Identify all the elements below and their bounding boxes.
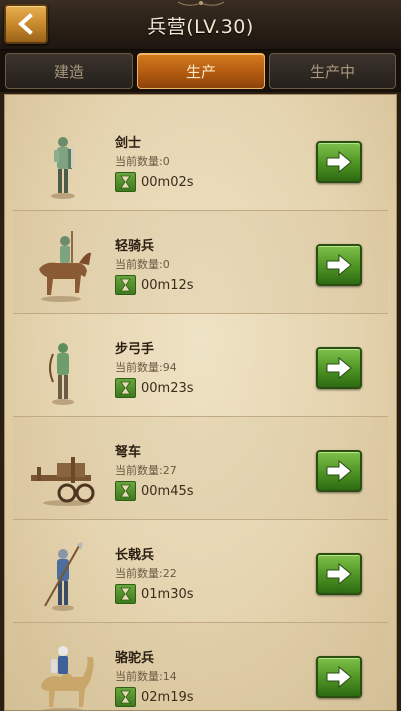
- halberdier-icon: [44, 542, 83, 611]
- produce-button-swordsman[interactable]: [316, 141, 362, 183]
- tab-bar: 建造 生产 生产中: [0, 50, 401, 92]
- ballista-icon: [31, 457, 95, 506]
- unit-count: 当前数量:14: [115, 668, 177, 684]
- produce-button-archer[interactable]: [316, 347, 362, 389]
- unit-name: 弩车: [115, 445, 142, 460]
- back-button[interactable]: [4, 4, 48, 44]
- arrow-right-icon: [326, 665, 352, 689]
- tab-produce[interactable]: 生产: [137, 53, 265, 89]
- produce-button-halberdier[interactable]: [316, 553, 362, 595]
- hourglass-icon: [115, 172, 136, 192]
- unit-count-value: 27: [162, 464, 177, 477]
- archer-icon: [49, 343, 74, 405]
- produce-button-camel-rider[interactable]: [316, 656, 362, 698]
- produce-button-ballista[interactable]: [316, 450, 362, 492]
- arrow-right-icon: [326, 150, 352, 174]
- unit-row-archer: 步弓手 当前数量:94 00m23s: [13, 314, 388, 417]
- unit-time: 00m23s: [141, 380, 194, 396]
- unit-name: 轻骑兵: [115, 239, 155, 254]
- unit-row-swordsman: 剑士 当前数量:0 00m02s: [13, 108, 388, 211]
- unit-count: 当前数量:0: [115, 153, 170, 169]
- header-bar: 兵营(LV.30): [0, 0, 401, 50]
- hourglass-icon: [115, 584, 136, 604]
- hourglass-icon: [115, 687, 136, 707]
- unit-timer: 01m30s: [115, 584, 194, 604]
- unit-count-label: 当前数量:: [115, 670, 163, 683]
- arrow-right-icon: [326, 356, 352, 380]
- unit-timer: 00m45s: [115, 481, 194, 501]
- unit-time: 02m19s: [141, 689, 194, 705]
- unit-list: 剑士 当前数量:0 00m02s 轻骑兵 当前数量:0 00m12s 步弓手 当…: [13, 108, 388, 710]
- unit-count-label: 当前数量:: [115, 464, 163, 477]
- unit-count: 当前数量:94: [115, 359, 177, 375]
- unit-count-value: 0: [162, 258, 170, 271]
- unit-count: 当前数量:0: [115, 256, 170, 272]
- hourglass-icon: [115, 378, 136, 398]
- tab-build[interactable]: 建造: [5, 53, 133, 89]
- hourglass-icon: [115, 481, 136, 501]
- unit-count-label: 当前数量:: [115, 361, 163, 374]
- unit-name: 剑士: [115, 136, 142, 151]
- header-ornament-icon: [177, 1, 224, 6]
- unit-count-label: 当前数量:: [115, 155, 163, 168]
- arrow-right-icon: [326, 459, 352, 483]
- unit-count-label: 当前数量:: [115, 567, 163, 580]
- unit-count-value: 94: [162, 361, 177, 374]
- produce-button-light-cavalry[interactable]: [316, 244, 362, 286]
- light-cavalry-icon: [39, 231, 91, 302]
- unit-row-halberdier: 长戟兵 当前数量:22 01m30s: [13, 520, 388, 623]
- hourglass-icon: [115, 275, 136, 295]
- unit-count-value: 0: [162, 155, 170, 168]
- page-title: 兵营(LV.30): [147, 16, 254, 38]
- unit-count-value: 22: [162, 567, 177, 580]
- unit-row-light-cavalry: 轻骑兵 当前数量:0 00m12s: [13, 211, 388, 314]
- unit-name: 长戟兵: [115, 548, 155, 563]
- unit-name: 骆驼兵: [115, 651, 155, 666]
- unit-list-panel[interactable]: 剑士 当前数量:0 00m02s 轻骑兵 当前数量:0 00m12s 步弓手 当…: [4, 94, 397, 711]
- arrow-right-icon: [326, 253, 352, 277]
- unit-time: 01m30s: [141, 586, 194, 602]
- unit-time: 00m12s: [141, 277, 194, 293]
- unit-time: 00m02s: [141, 174, 194, 190]
- unit-count: 当前数量:22: [115, 565, 177, 581]
- unit-count-value: 14: [162, 670, 177, 683]
- unit-timer: 00m23s: [115, 378, 194, 398]
- content-panel: 剑士 当前数量:0 00m02s 轻骑兵 当前数量:0 00m12s 步弓手 当…: [0, 92, 401, 711]
- unit-count: 当前数量:27: [115, 462, 177, 478]
- unit-timer: 02m19s: [115, 687, 194, 707]
- tab-in-production[interactable]: 生产中: [269, 53, 396, 89]
- swordsman-icon: [51, 137, 75, 199]
- unit-row-ballista: 弩车 当前数量:27 00m45s: [13, 417, 388, 520]
- unit-time: 00m45s: [141, 483, 194, 499]
- unit-timer: 00m02s: [115, 172, 194, 192]
- unit-timer: 00m12s: [115, 275, 194, 295]
- camel-rider-icon: [41, 646, 94, 710]
- unit-count-label: 当前数量:: [115, 258, 163, 271]
- unit-row-camel-rider: 骆驼兵 当前数量:14 02m19s: [13, 623, 388, 710]
- arrow-right-icon: [326, 562, 352, 586]
- unit-name: 步弓手: [115, 342, 155, 357]
- back-arrow-icon: [17, 13, 33, 35]
